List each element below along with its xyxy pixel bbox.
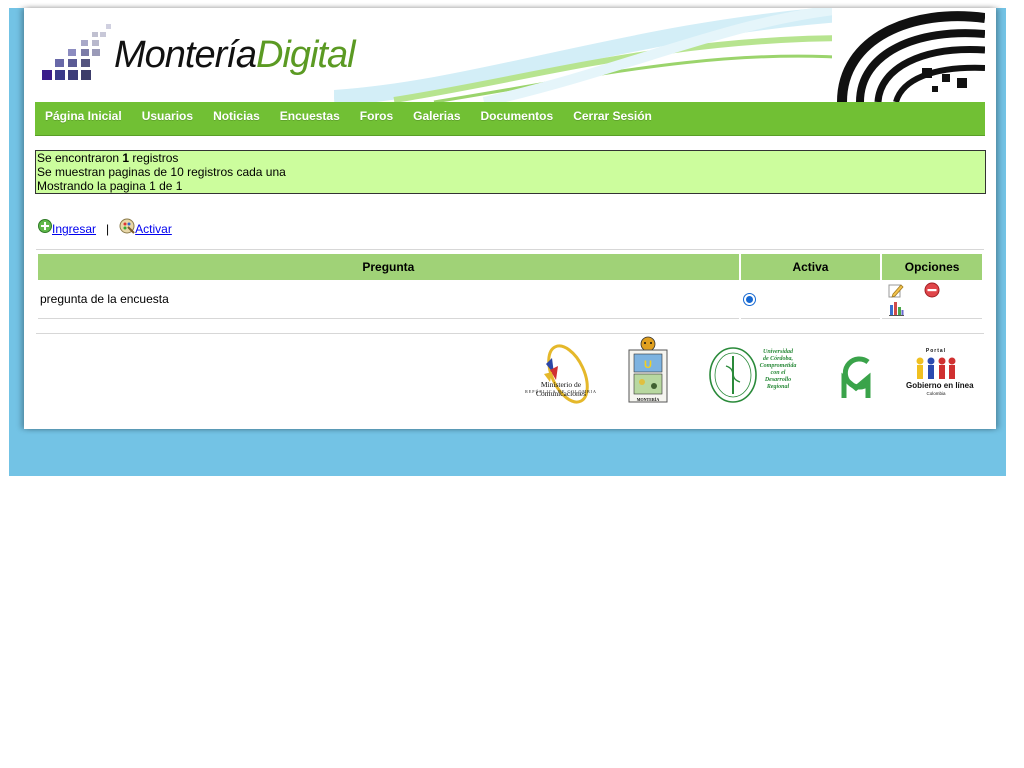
column-header-pregunta: Pregunta — [38, 254, 739, 280]
divider-bottom — [36, 333, 984, 334]
divider-top — [36, 249, 984, 250]
header-art-decoration — [832, 8, 985, 102]
unicordoba-text-line: Comprometida — [759, 363, 797, 369]
header-swoosh-decoration — [334, 8, 854, 102]
nav-item-noticias[interactable]: Noticias — [203, 102, 270, 130]
nav-item-pagina-inicial[interactable]: Página Inicial — [35, 102, 132, 130]
cm-logo-icon — [841, 356, 871, 398]
unicordoba-text: Universidad de Córdoba, Comprometida con… — [752, 349, 804, 391]
unicordoba-text-line: Desarrollo — [764, 377, 792, 383]
footer-logos: Ministerio de Comunicaciones REPÚBLICA D… — [512, 336, 982, 408]
nav-item-cerrar-sesion[interactable]: Cerrar Sesión — [563, 102, 662, 130]
unicordoba-text-line: de Córdoba, — [763, 356, 793, 362]
gel-country-label: Colombia — [926, 391, 946, 396]
unicordoba-text-line: Universidad — [763, 349, 793, 355]
gel-name-label: Gobierno en línea — [906, 381, 974, 390]
records-found-line: Se encontraron 1 registros — [37, 151, 985, 165]
site-logo-text: MonteríaDigital — [114, 34, 356, 77]
nav-item-encuestas[interactable]: Encuestas — [270, 102, 350, 130]
svg-text:U: U — [644, 359, 652, 371]
logo-cm — [838, 354, 874, 400]
action-separator: | — [106, 222, 110, 236]
active-radio[interactable] — [742, 292, 756, 306]
unicordoba-text-line: Regional — [766, 384, 790, 390]
table-row: pregunta de la encuesta — [38, 280, 982, 319]
edit-icon[interactable] — [887, 281, 905, 299]
nav-item-foros[interactable]: Foros — [350, 102, 403, 130]
page-size-line: Se muestran paginas de 10 registros cada… — [37, 165, 286, 179]
logo-part-1: Montería — [114, 34, 257, 76]
nav-item-documentos[interactable]: Documentos — [471, 102, 564, 130]
add-icon[interactable] — [38, 219, 52, 233]
page-container: MonteríaDigital Página Inicial Usuarios … — [24, 8, 996, 429]
delete-icon[interactable] — [923, 281, 941, 299]
page-position-line: Mostrando la pagina 1 de 1 — [37, 179, 183, 193]
records-found-suffix: registros — [129, 151, 179, 165]
logo-unicordoba: Universidad de Córdoba, Comprometida con… — [708, 346, 804, 406]
nav-item-usuarios[interactable]: Usuarios — [132, 102, 203, 130]
logo-gobierno-en-linea: Portal Gobierno en línea Colombia — [906, 348, 974, 402]
gel-portal-label: Portal — [925, 348, 947, 354]
logo-ministerio: Ministerio de Comunicaciones REPÚBLICA D… — [520, 344, 602, 406]
column-header-opciones: Opciones — [882, 254, 982, 280]
active-cell — [740, 280, 881, 319]
monteria-shield-icon: U — [628, 336, 668, 403]
logo-monteria-shield: U MONTERÍA — [626, 336, 670, 406]
options-cell — [882, 280, 982, 319]
table-header-row: Pregunta Activa Opciones — [38, 254, 982, 280]
add-link[interactable]: Ingresar — [52, 222, 96, 236]
main-navigation: Página Inicial Usuarios Noticias Encuest… — [35, 102, 985, 136]
ministerio-sublabel: REPÚBLICA DE COLOMBIA — [525, 389, 597, 394]
unicordoba-text-line: con el — [770, 370, 786, 376]
chart-icon[interactable] — [887, 299, 905, 317]
monteria-label: MONTERÍA — [636, 397, 660, 402]
survey-table: Pregunta Activa Opciones pregunta de la … — [36, 254, 984, 319]
gel-people-icon — [916, 357, 956, 379]
activate-icon[interactable] — [119, 218, 135, 234]
unicordoba-seal-icon — [709, 347, 757, 403]
nav-item-galerias[interactable]: Galerias — [403, 102, 470, 130]
action-links: Ingresar | Activar — [38, 218, 172, 236]
logo-pixel-icon — [42, 24, 111, 80]
column-header-activa: Activa — [740, 254, 881, 280]
activate-link[interactable]: Activar — [135, 222, 172, 236]
question-cell: pregunta de la encuesta — [38, 280, 739, 319]
site-header: MonteríaDigital — [34, 8, 985, 102]
records-found-prefix: Se encontraron — [37, 151, 123, 165]
records-info-box: Se encontraron 1 registros Se muestran p… — [35, 150, 986, 194]
